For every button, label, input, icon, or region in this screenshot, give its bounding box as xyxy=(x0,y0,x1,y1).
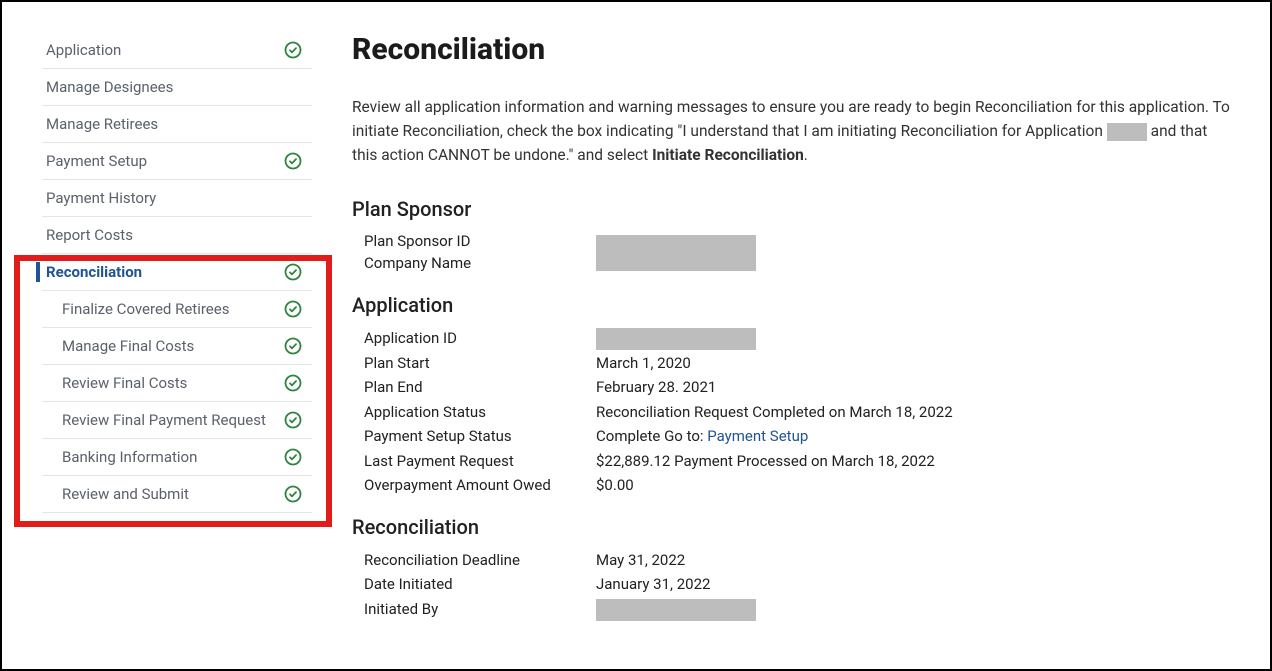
sidebar-item-manage-retirees[interactable]: Manage Retirees xyxy=(42,106,312,143)
plan-sponsor-heading: Plan Sponsor xyxy=(352,197,1230,221)
sidebar-item-label: Review Final Costs xyxy=(62,374,187,392)
plan-start-row: Plan Start March 1, 2020 xyxy=(364,352,1230,375)
date-initiated-row: Date Initiated January 31, 2022 xyxy=(364,573,1230,596)
redacted-plan-sponsor xyxy=(596,235,756,271)
sidebar-item-label: Finalize Covered Retirees xyxy=(62,300,229,318)
sidebar-item-manage-designees[interactable]: Manage Designees xyxy=(42,69,312,106)
sidebar-item-application[interactable]: Application xyxy=(42,32,312,69)
reconciliation-heading: Reconciliation xyxy=(352,515,1230,539)
nav-list: Application Manage Designees Manage Retire… xyxy=(42,32,312,513)
redacted-application-id xyxy=(596,328,756,350)
sidebar-item-label: Review and Submit xyxy=(62,485,189,503)
intro-pre: Review all application information and w… xyxy=(352,98,1230,140)
plan-end-value: February 28. 2021 xyxy=(596,376,716,399)
check-icon xyxy=(284,448,302,466)
reconciliation-deadline-value: May 31, 2022 xyxy=(596,549,685,572)
last-payment-row: Last Payment Request $22,889.12 Payment … xyxy=(364,450,1230,473)
plan-start-label: Plan Start xyxy=(364,352,596,375)
check-icon xyxy=(284,300,302,318)
application-status-label: Application Status xyxy=(364,401,596,424)
plan-sponsor-id-label: Plan Sponsor ID xyxy=(364,231,596,253)
sidebar-item-label: Report Costs xyxy=(46,226,133,244)
sidebar-item-label: Banking Information xyxy=(62,448,197,466)
application-id-row: Application ID xyxy=(364,327,1230,350)
redacted-initiated-by xyxy=(596,599,756,621)
sidebar-item-label: Payment History xyxy=(46,189,156,207)
sidebar-item-label: Reconciliation xyxy=(46,263,142,281)
check-icon xyxy=(284,374,302,392)
check-icon xyxy=(284,152,302,170)
payment-setup-status-pre: Complete Go to: xyxy=(596,427,707,445)
redacted-app-id-inline xyxy=(1107,123,1147,141)
plan-sponsor-kv: Plan Sponsor ID Company Name xyxy=(364,231,1230,275)
initiated-by-row: Initiated By xyxy=(364,598,1230,621)
check-icon xyxy=(284,41,302,59)
sidebar-item-review-final-payment-request[interactable]: Review Final Payment Request xyxy=(42,402,312,439)
sidebar-item-label: Payment Setup xyxy=(46,152,147,170)
application-status-row: Application Status Reconciliation Reques… xyxy=(364,401,1230,424)
plan-end-row: Plan End February 28. 2021 xyxy=(364,376,1230,399)
intro-bold: Initiate Reconciliation xyxy=(652,146,804,164)
main-content: Reconciliation Review all application in… xyxy=(312,2,1270,669)
payment-setup-status-label: Payment Setup Status xyxy=(364,425,596,448)
initiated-by-label: Initiated By xyxy=(364,598,596,621)
sidebar-item-payment-setup[interactable]: Payment Setup xyxy=(42,143,312,180)
payment-setup-link[interactable]: Payment Setup xyxy=(707,427,808,445)
reconciliation-deadline-row: Reconciliation Deadline May 31, 2022 xyxy=(364,549,1230,572)
date-initiated-label: Date Initiated xyxy=(364,573,596,596)
sidebar-item-label: Application xyxy=(46,41,121,59)
check-icon xyxy=(284,263,302,281)
company-name-label: Company Name xyxy=(364,253,596,275)
sidebar-item-review-final-costs[interactable]: Review Final Costs xyxy=(42,365,312,402)
sidebar-item-payment-history[interactable]: Payment History xyxy=(42,180,312,217)
payment-setup-status-row: Payment Setup Status Complete Go to: Pay… xyxy=(364,425,1230,448)
sidebar-item-reconciliation[interactable]: Reconciliation xyxy=(42,254,312,291)
sidebar-item-label: Manage Retirees xyxy=(46,115,158,133)
sidebar-item-manage-final-costs[interactable]: Manage Final Costs xyxy=(42,328,312,365)
sidebar-item-label: Manage Designees xyxy=(46,78,173,96)
check-icon xyxy=(284,411,302,429)
page-title: Reconciliation xyxy=(352,32,1230,67)
last-payment-label: Last Payment Request xyxy=(364,450,596,473)
plan-start-value: March 1, 2020 xyxy=(596,352,691,375)
application-status-value: Reconciliation Request Completed on Marc… xyxy=(596,401,953,424)
sidebar-item-report-costs[interactable]: Report Costs xyxy=(42,217,312,254)
plan-end-label: Plan End xyxy=(364,376,596,399)
application-heading: Application xyxy=(352,293,1230,317)
date-initiated-value: January 31, 2022 xyxy=(596,573,710,596)
check-icon xyxy=(284,337,302,355)
overpayment-row: Overpayment Amount Owed $0.00 xyxy=(364,474,1230,497)
overpayment-label: Overpayment Amount Owed xyxy=(364,474,596,497)
overpayment-value: $0.00 xyxy=(596,474,634,497)
sidebar-item-label: Review Final Payment Request xyxy=(62,411,266,429)
check-icon xyxy=(284,485,302,503)
sidebar-item-review-and-submit[interactable]: Review and Submit xyxy=(42,476,312,513)
sidebar-item-finalize-covered-retirees[interactable]: Finalize Covered Retirees xyxy=(42,291,312,328)
reconciliation-deadline-label: Reconciliation Deadline xyxy=(364,549,596,572)
intro-end: . xyxy=(804,146,808,164)
application-id-label: Application ID xyxy=(364,327,596,350)
sidebar: Application Manage Designees Manage Retire… xyxy=(2,2,312,669)
sidebar-item-label: Manage Final Costs xyxy=(62,337,194,355)
sidebar-item-banking-information[interactable]: Banking Information xyxy=(42,439,312,476)
last-payment-value: $22,889.12 Payment Processed on March 18… xyxy=(596,450,935,473)
intro-text: Review all application information and w… xyxy=(352,95,1230,167)
